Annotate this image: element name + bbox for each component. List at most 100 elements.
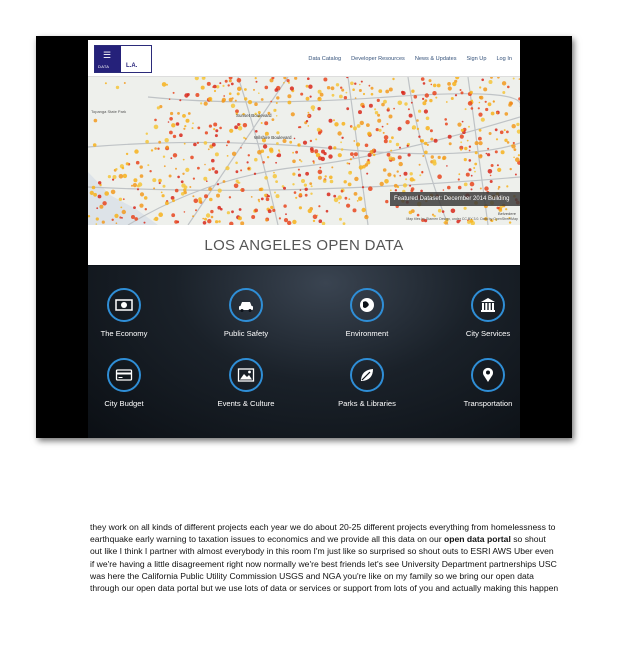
- map-data-dot: [340, 141, 342, 144]
- map-data-dot: [139, 192, 145, 197]
- map-data-dot: [507, 85, 510, 89]
- category-events-culture[interactable]: Events & Culture: [196, 358, 296, 408]
- map-data-dot: [89, 190, 94, 195]
- map-data-dot: [464, 146, 468, 151]
- map-data-dot: [131, 184, 133, 187]
- map-data-dot: [203, 141, 208, 145]
- map-data-dot: [346, 203, 351, 208]
- category-parks-libraries[interactable]: Parks & Libraries: [317, 358, 417, 408]
- category-label: Transportation: [463, 399, 513, 408]
- map-data-dot: [459, 134, 464, 139]
- map-data-dot: [387, 107, 390, 110]
- map-data-dot: [518, 97, 520, 101]
- map-data-dot: [309, 95, 312, 98]
- map-data-dot: [226, 211, 230, 215]
- map-data-dot: [511, 144, 516, 149]
- map-data-dot: [158, 140, 162, 144]
- map-data-dot: [161, 82, 167, 87]
- map-data-dot: [307, 114, 310, 117]
- nav-sign-up[interactable]: Sign Up: [467, 56, 487, 62]
- map-data-dot: [204, 131, 208, 135]
- map-data-dot: [430, 155, 434, 159]
- map-data-dot: [118, 174, 124, 179]
- map-data-dot: [325, 209, 329, 213]
- map-data-dot: [143, 221, 146, 224]
- map-data-dot: [273, 108, 277, 112]
- map-data-dot: [207, 219, 212, 224]
- map-data-dot: [490, 111, 495, 116]
- map-data-dot: [265, 197, 270, 202]
- category-transportation[interactable]: Transportation: [438, 358, 520, 408]
- map-data-dot: [114, 213, 119, 218]
- map-data-dot: [397, 100, 403, 106]
- map-data-dot: [364, 214, 369, 220]
- map-data-dot: [180, 180, 184, 184]
- map-data-dot: [174, 220, 178, 224]
- map-data-dot: [165, 145, 169, 149]
- map-data-dot: [208, 124, 212, 128]
- category-city-budget[interactable]: City Budget: [88, 358, 174, 408]
- map-data-dot: [390, 149, 393, 152]
- featured-dataset-banner[interactable]: Featured Dataset: December 2014 Building: [390, 192, 520, 206]
- map-data-dot: [186, 93, 190, 96]
- map-data-dot: [218, 220, 221, 223]
- map-data-dot: [379, 181, 384, 187]
- map-data-dot: [174, 188, 179, 193]
- map-data-dot: [448, 142, 452, 146]
- map-data-dot: [504, 112, 509, 116]
- map-data-dot: [511, 124, 516, 129]
- map-data-dot: [214, 134, 218, 138]
- map-data-dot: [164, 138, 169, 143]
- map-data-dot: [413, 95, 418, 99]
- map-data-dot: [168, 174, 172, 178]
- category-circle: [471, 358, 505, 392]
- map-data-dot: [247, 154, 250, 157]
- map-data-dot: [244, 97, 248, 101]
- map-data-dot: [240, 189, 242, 191]
- map-data-dot: [480, 117, 485, 122]
- map-data-dot: [292, 172, 296, 176]
- map-data-dot: [121, 209, 126, 215]
- map-data-dot: [515, 157, 520, 162]
- map-data-dot: [312, 161, 315, 164]
- category-environment[interactable]: Environment: [317, 288, 417, 338]
- map-data-dot: [503, 129, 506, 132]
- data-la-logo[interactable]: ☰ DATA L.A.: [94, 45, 152, 73]
- map-data-dot: [409, 184, 412, 187]
- map-data-dot: [123, 82, 126, 84]
- map-data-dot: [335, 83, 340, 87]
- map-data-dot: [230, 103, 236, 108]
- category-label: City Budget: [104, 399, 144, 408]
- map-data-dot: [226, 155, 229, 157]
- map-data-dot: [298, 159, 301, 161]
- map-data-dot: [454, 94, 458, 97]
- map-data-dot: [405, 120, 410, 125]
- nav-data-catalog[interactable]: Data Catalog: [308, 56, 341, 62]
- nav-developer-resources[interactable]: Developer Resources: [351, 56, 405, 62]
- map-data-dot: [153, 218, 156, 221]
- map-data-dot: [300, 92, 304, 96]
- category-city-services[interactable]: City Services: [438, 288, 520, 338]
- map-data-dot: [418, 135, 421, 138]
- map-data-dot: [98, 181, 102, 185]
- map-data-dot: [430, 137, 434, 141]
- nav-news-updates[interactable]: News & Updates: [415, 56, 457, 62]
- category-the-economy[interactable]: The Economy: [88, 288, 174, 338]
- map-data-dot: [157, 147, 160, 150]
- map-data-dot: [197, 126, 201, 130]
- category-public-safety[interactable]: Public Safety: [196, 288, 296, 338]
- map-data-dot: [474, 170, 476, 173]
- map-data-dot: [287, 94, 292, 99]
- map-data-dot: [309, 147, 314, 151]
- map-data-dot: [361, 186, 365, 189]
- map-data-dot: [172, 199, 175, 203]
- map-data-dot: [478, 128, 482, 132]
- nav-log-in[interactable]: Log In: [496, 56, 512, 62]
- map-data-dot: [375, 128, 379, 132]
- map-data-dot: [198, 199, 203, 204]
- map-data-dot: [497, 77, 500, 79]
- map-data-dot: [191, 127, 194, 130]
- map-data-dot: [258, 187, 262, 192]
- map-data-dot: [95, 217, 99, 221]
- map-data-dot: [337, 153, 342, 158]
